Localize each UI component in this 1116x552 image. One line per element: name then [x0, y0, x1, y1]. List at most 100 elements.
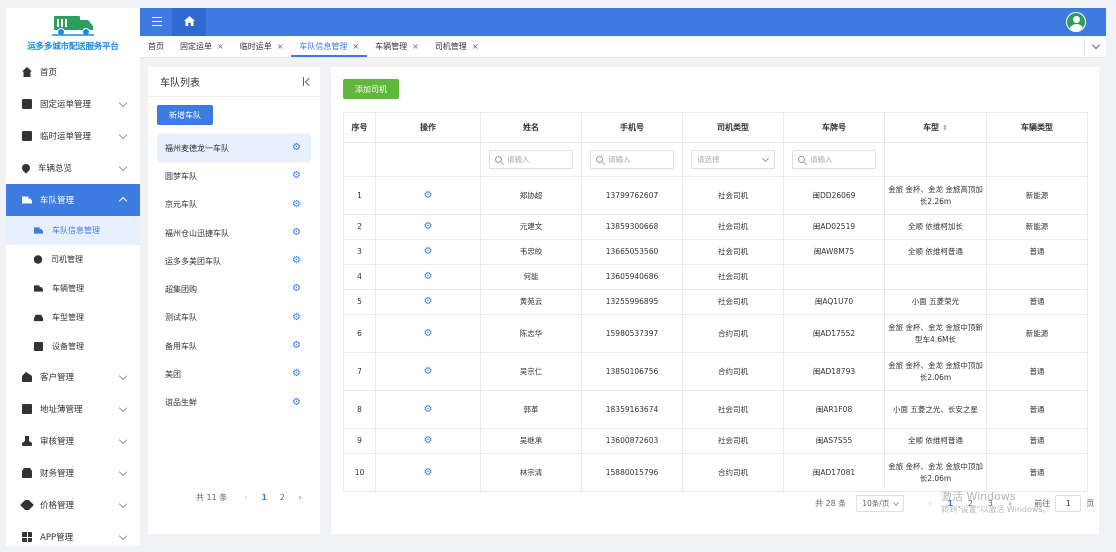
gear-icon[interactable]: ⚙	[292, 397, 301, 408]
home-button[interactable]	[172, 8, 206, 36]
fleet-item[interactable]: 福州仓山迅捷车队 ⚙	[157, 219, 311, 247]
table-row[interactable]: 1 ⚙ 郑协超 13799762607 社会司机 闽DD26069 金旅 金杯、金龙 金旅高…	[343, 176, 1088, 215]
fleet-item[interactable]: 运多多美团车队 ⚙	[157, 247, 311, 275]
tab-0[interactable]: 首页	[140, 36, 172, 57]
sort-icon[interactable]: ⇕	[942, 124, 948, 132]
table-row[interactable]: 6 ⚙ 陈志华 15980537397 合约司机 闽AD17552 金旅 金杯、金龙 金旅中…	[343, 314, 1088, 353]
sidebar-subitem-1[interactable]: 司机管理	[6, 245, 140, 274]
sidebar-item-5[interactable]: 客户管理	[6, 361, 140, 393]
sidebar-item-6[interactable]: 地址薄管理	[6, 393, 140, 425]
next-page-icon[interactable]: ›	[1000, 499, 1020, 508]
gear-icon[interactable]: ⚙	[424, 404, 433, 415]
plate-filter-input[interactable]	[792, 150, 876, 169]
gear-icon[interactable]: ⚙	[292, 199, 301, 210]
goto-page-input[interactable]: 1	[1055, 495, 1082, 512]
close-icon[interactable]: ×	[352, 42, 359, 51]
next-page-icon[interactable]: ›	[291, 493, 309, 502]
fleet-item[interactable]: 福州麦德龙一车队 ⚙	[157, 134, 311, 163]
fleet-item[interactable]: 测试车队 ⚙	[157, 304, 311, 332]
sidebar-subitem-4[interactable]: 设备管理	[6, 332, 140, 361]
gear-icon[interactable]: ⚙	[424, 246, 433, 257]
sidebar-item-0[interactable]: 首页	[6, 56, 140, 88]
sidebar-item-8[interactable]: 财务管理	[6, 457, 140, 489]
gear-icon[interactable]: ⚙	[292, 227, 301, 238]
fleet-item[interactable]: 超集团购 ⚙	[157, 275, 311, 303]
name-filter-field[interactable]	[507, 155, 567, 164]
table-row[interactable]: 10 ⚙ 林宗清 15880015796 合约司机 闽AD17081 金旅 金杯、金龙 金旅…	[343, 453, 1088, 492]
fleet-item[interactable]: 谊品生鲜 ⚙	[157, 389, 311, 417]
fleet-item[interactable]: 圆梦车队 ⚙	[157, 162, 311, 190]
gear-icon[interactable]: ⚙	[292, 284, 301, 294]
gear-icon[interactable]: ⚙	[424, 221, 433, 232]
table-row[interactable]: 9 ⚙ 吴继承 13600872603 社会司机 闽AS7S55 全顺 依维柯普通 普通	[343, 428, 1088, 454]
sidebar-subitem-0[interactable]: 车队信息管理	[6, 216, 140, 245]
logo[interactable]: 运多多城市配送服务平台	[6, 8, 140, 56]
action-cell: ⚙	[375, 289, 481, 315]
close-icon[interactable]: ×	[277, 42, 284, 51]
prev-page-icon[interactable]: ‹	[920, 499, 940, 508]
gear-icon[interactable]: ⚙	[292, 341, 301, 351]
close-icon[interactable]: ×	[217, 42, 224, 51]
fleet-item[interactable]: 美团 ⚙	[157, 360, 311, 388]
gear-icon[interactable]: ⚙	[424, 190, 433, 201]
page-1[interactable]: 1	[940, 499, 960, 508]
gear-icon[interactable]: ⚙	[292, 143, 301, 153]
page-3[interactable]: 3	[980, 499, 1000, 508]
prev-page-icon[interactable]: ‹	[237, 493, 255, 502]
close-icon[interactable]: ×	[412, 42, 419, 51]
tab-1[interactable]: 固定运单 ×	[172, 36, 232, 57]
phone-filter-input[interactable]	[590, 150, 674, 169]
tab-5[interactable]: 司机管理 ×	[427, 36, 487, 57]
gear-icon[interactable]: ⚙	[424, 296, 433, 307]
table-row[interactable]: 5 ⚙ 黄苑云 13255996895 社会司机 闽AQ1U70 小面 五菱荣光 普通	[343, 289, 1088, 315]
sidebar-item-4[interactable]: 车队管理	[6, 184, 140, 216]
sidebar-item-10[interactable]: APP管理	[6, 521, 140, 546]
add-driver-button[interactable]: 添加司机	[343, 79, 399, 99]
gear-icon[interactable]: ⚙	[292, 171, 301, 181]
tabs-dropdown-icon[interactable]	[1084, 36, 1106, 58]
sidebar-item-label: 地址薄管理	[40, 405, 83, 415]
page-2[interactable]: 2	[273, 493, 291, 502]
gear-icon[interactable]: ⚙	[292, 369, 301, 379]
table-row[interactable]: 3 ⚙ 韦忠皎 13665053560 社会司机 闽AW8M75 全顺 依维柯普通 普通	[343, 239, 1088, 265]
collapse-icon[interactable]	[303, 77, 312, 86]
sidebar-subitem-3[interactable]: 车型管理	[6, 303, 140, 332]
sidebar-item-1[interactable]: 固定运单管理	[6, 88, 140, 120]
phone-filter-field[interactable]	[608, 155, 668, 164]
add-fleet-button[interactable]: 新增车队	[157, 105, 213, 125]
table-row[interactable]: 7 ⚙ 吴宗仁 13850106756 合约司机 闽AD18793 金旅 金杯、金龙 金旅中…	[343, 352, 1088, 391]
user-avatar[interactable]	[1066, 12, 1086, 32]
sidebar-item-2[interactable]: 临时运单管理	[6, 120, 140, 152]
tab-3[interactable]: 车队信息管理 ×	[291, 36, 367, 57]
sidebar-item-7[interactable]: 审核管理	[6, 425, 140, 457]
page-1[interactable]: 1	[255, 493, 273, 502]
gear-icon[interactable]: ⚙	[424, 328, 433, 339]
gear-icon[interactable]: ⚙	[424, 467, 433, 478]
sidebar-subitem-2[interactable]: 车辆管理	[6, 274, 140, 303]
gear-icon[interactable]: ⚙	[292, 312, 301, 323]
tab-4[interactable]: 车辆管理 ×	[367, 36, 427, 57]
table-row[interactable]: 2 ⚙ 元建文 13859300668 社会司机 闽AD02519 全顺 依维柯加长 新能源	[343, 214, 1088, 240]
driver-type-select[interactable]: 请选择	[691, 150, 775, 169]
gear-icon[interactable]: ⚙	[292, 256, 301, 266]
gear-icon[interactable]: ⚙	[424, 366, 433, 377]
table-row[interactable]: 8 ⚙ 郭革 18359163674 社会司机 闽AR1F08 小面 五菱之光、长安之星 普通	[343, 390, 1088, 429]
close-icon[interactable]: ×	[472, 42, 479, 51]
plate-filter-field[interactable]	[810, 155, 870, 164]
table-row[interactable]: 4 ⚙ 何能 13605940686 社会司机	[343, 264, 1088, 290]
gear-icon[interactable]: ⚙	[424, 271, 433, 282]
menu-toggle-icon[interactable]	[152, 17, 162, 26]
fleet-item[interactable]: 备用车队 ⚙	[157, 332, 311, 360]
tab-2[interactable]: 临时运单 ×	[232, 36, 292, 57]
column-header-label: 姓名	[523, 123, 539, 132]
fleet-item[interactable]: 京元车队 ⚙	[157, 191, 311, 219]
sidebar-item-9[interactable]: 价格管理	[6, 489, 140, 521]
page-size-select[interactable]: 10条/页	[856, 495, 905, 512]
page-2[interactable]: 2	[960, 499, 980, 508]
action-cell: ⚙	[375, 264, 481, 290]
column-header[interactable]: 车型 ⇕	[884, 112, 987, 143]
sidebar-item-3[interactable]: 车辆总览	[6, 152, 140, 184]
cell-phone: 13850106756	[581, 352, 683, 391]
gear-icon[interactable]: ⚙	[424, 435, 433, 446]
name-filter-input[interactable]	[489, 150, 573, 169]
